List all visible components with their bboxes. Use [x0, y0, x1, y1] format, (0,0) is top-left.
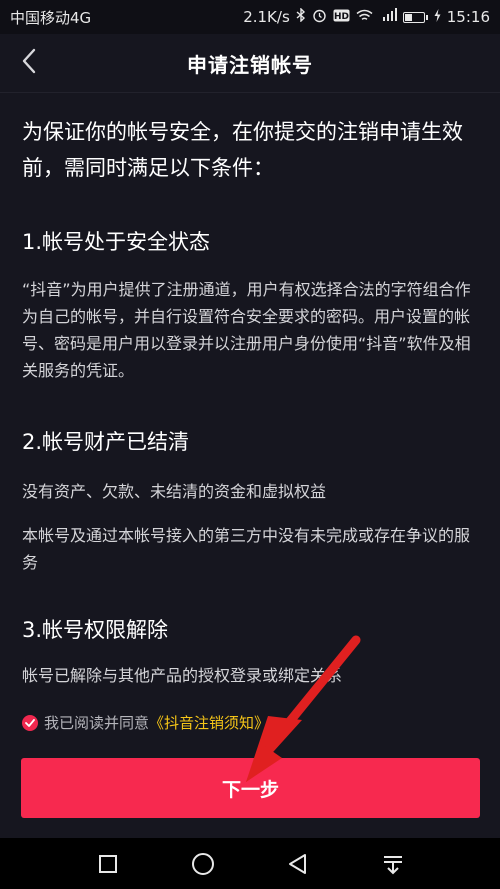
home-icon	[191, 852, 214, 875]
hd-icon: HD	[333, 9, 350, 26]
system-nav-bar	[0, 838, 500, 889]
section-body-permissions-released: 帐号已解除与其他产品的授权登录或绑定关系	[22, 666, 343, 685]
app-header: 申请注销帐号	[0, 34, 500, 93]
section-title-permissions-released: 3.帐号权限解除	[22, 618, 169, 642]
recent-apps-icon	[98, 854, 117, 873]
charging-icon	[434, 8, 441, 26]
notification-button[interactable]	[373, 844, 413, 884]
svg-text:HD: HD	[334, 12, 349, 22]
notification-pull-icon	[383, 855, 402, 874]
status-icons: 2.1K/s HD 15:16	[243, 7, 490, 27]
back-icon	[288, 853, 306, 874]
page-title: 申请注销帐号	[187, 52, 313, 77]
section-body-assets-settled-2: 本帐号及通过本帐号接入的第三方中没有未完成或存在争议的服务	[22, 526, 471, 572]
back-nav-button[interactable]	[278, 844, 318, 884]
network-speed: 2.1K/s	[243, 8, 290, 26]
battery-fill	[404, 13, 412, 21]
recent-apps-button[interactable]	[88, 844, 128, 884]
intro-text: 为保证你的帐号安全，在你提交的注销申请生效前，需同时满足以下条件：	[22, 120, 463, 180]
checkmark-icon	[25, 718, 35, 727]
next-step-button[interactable]: 下一步	[21, 758, 480, 818]
alarm-icon	[312, 8, 327, 27]
next-step-label: 下一步	[221, 778, 279, 801]
section-title-assets-settled: 2.帐号财产已结清	[22, 430, 190, 454]
agreement-text: 我已阅读并同意	[44, 714, 150, 732]
signal-4g-icon	[379, 8, 397, 26]
clock-time: 15:16	[446, 8, 490, 26]
carrier-label: 中国移动4G	[10, 8, 92, 27]
section-body-safe-state: “抖音”为用户提供了注册通道，用户有权选择合法的字符组合作为自己的帐号，并自行设…	[22, 280, 471, 380]
bluetooth-icon	[296, 7, 306, 26]
agreement-row: 我已阅读并同意 《抖音注销须知》	[22, 712, 269, 733]
screen: 中国移动4G 2.1K/s HD 15:16 申请注销帐号 为保证你的帐号安全，…	[0, 0, 500, 889]
battery-icon	[402, 11, 428, 23]
agreement-link[interactable]: 《抖音注销须知》	[149, 712, 269, 733]
wifi-icon	[356, 9, 373, 26]
status-bar: 中国移动4G 2.1K/s HD 15:16	[0, 0, 500, 34]
section-title-safe-state: 1.帐号处于安全状态	[22, 230, 211, 254]
home-button[interactable]	[183, 844, 223, 884]
back-button[interactable]	[12, 46, 46, 80]
section-body-assets-settled-1: 没有资产、欠款、未结清的资金和虚拟权益	[22, 482, 327, 501]
agreement-checkbox[interactable]	[22, 714, 38, 731]
chevron-left-icon	[21, 48, 37, 78]
